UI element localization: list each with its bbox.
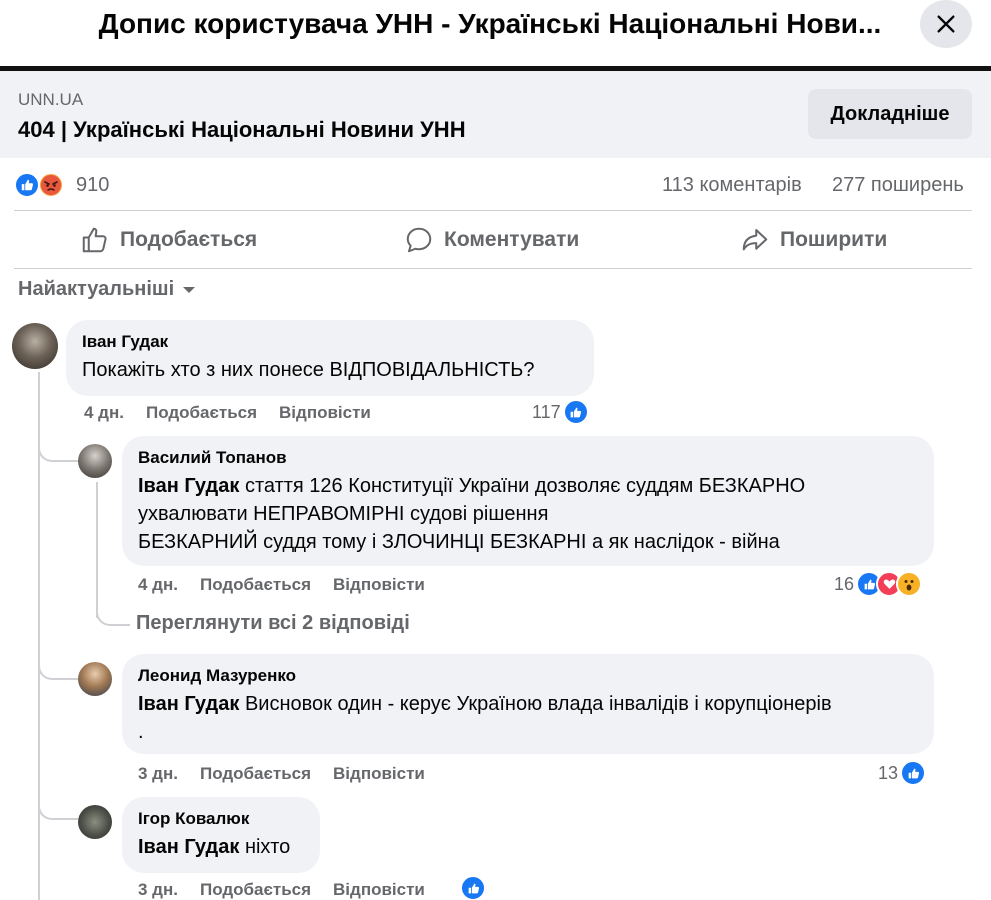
comment-text-line: ніхто	[239, 836, 291, 858]
comment-meta: 3 дн. Подобається Відповісти	[138, 880, 425, 900]
link-domain: UNN.UA	[18, 90, 84, 109]
comment-meta: 4 дн. Подобається Відповісти	[84, 403, 371, 423]
angry-reaction-icon	[38, 172, 64, 198]
share-icon	[742, 229, 768, 251]
comment-mention[interactable]: Іван Гудак	[138, 475, 239, 497]
sort-dropdown[interactable]: Найактуальніші	[18, 278, 196, 301]
comment-button-label: Коментувати	[444, 228, 580, 251]
comment-text: Покажіть хто з них понесе ВІДПОВІДАЛЬНІС…	[82, 359, 535, 381]
reaction-count[interactable]: 910	[76, 174, 109, 197]
stats-divider	[14, 210, 972, 211]
comment-time[interactable]: 3 дн.	[138, 764, 178, 784]
actions-divider	[14, 268, 972, 269]
comment-like-link[interactable]: Подобається	[200, 575, 311, 595]
comment-author[interactable]: Василий Топанов	[138, 448, 918, 468]
comment-reaction-count[interactable]: 13	[878, 760, 927, 786]
close-button[interactable]	[920, 0, 972, 48]
like-reaction-icon	[562, 399, 589, 425]
shares-count[interactable]: 277 поширень	[832, 174, 964, 197]
like-button[interactable]: Подобається	[80, 220, 257, 260]
avatar[interactable]	[78, 444, 112, 478]
thumbs-up-icon	[82, 227, 107, 253]
post-stats: 910 113 коментарів 277 поширень	[0, 168, 991, 204]
avatar[interactable]	[12, 323, 58, 369]
comment-author[interactable]: Леонид Мазуренко	[138, 666, 918, 686]
share-button[interactable]: Поширити	[740, 220, 887, 260]
caret-down-icon	[183, 286, 196, 293]
comment-author[interactable]: Ігор Ковалюк	[138, 809, 304, 829]
like-reaction-icon	[14, 172, 40, 198]
comment-like-link[interactable]: Подобається	[146, 403, 257, 423]
thread-connector	[38, 780, 78, 820]
sort-label: Найактуальніші	[18, 278, 175, 300]
avatar[interactable]	[78, 662, 112, 696]
comment-bubble: Іван Гудак Покажіть хто з них понесе ВІД…	[66, 320, 594, 396]
comment-reply-link[interactable]: Відповісти	[279, 403, 371, 423]
comment-bubble: Ігор Ковалюк Іван Гудак ніхто	[122, 797, 320, 873]
comments-count[interactable]: 113 коментарів	[662, 174, 802, 197]
comment-text: Іван Гудак стаття 126 Конституції Україн…	[138, 472, 918, 556]
comment-button[interactable]: Коментувати	[404, 220, 579, 260]
thread-connector	[38, 640, 78, 680]
reaction-number: 117	[532, 401, 561, 422]
link-title[interactable]: 404 | Українські Національні Новини УНН	[18, 117, 466, 143]
like-reaction-icon	[900, 760, 927, 786]
learn-more-button[interactable]: Докладніше	[808, 89, 972, 139]
like-button-label: Подобається	[120, 228, 258, 251]
comment-bubble: Василий Топанов Іван Гудак стаття 126 Ко…	[122, 436, 934, 566]
comment-mention[interactable]: Іван Гудак	[138, 693, 239, 715]
thread-line	[96, 482, 98, 618]
reaction-number: 13	[878, 762, 899, 783]
comment-time[interactable]: 4 дн.	[84, 403, 124, 423]
comment-meta: 4 дн. Подобається Відповісти	[138, 575, 425, 595]
thread-connector	[96, 600, 130, 626]
comment-text-line: Висновок один - керує Україною влада інв…	[239, 693, 832, 715]
page-title: Допис користувача УНН - Українські Націо…	[98, 8, 882, 39]
reaction-number: 16	[834, 573, 855, 594]
comment-mention[interactable]: Іван Гудак	[138, 836, 239, 858]
comment-meta: 3 дн. Подобається Відповісти	[138, 764, 425, 784]
comment-icon	[406, 227, 432, 253]
comment-author[interactable]: Іван Гудак	[82, 332, 578, 352]
comment-reply-link[interactable]: Відповісти	[333, 575, 425, 595]
comment-reaction-count[interactable]: 117	[532, 399, 589, 425]
comment-reaction-count[interactable]	[460, 875, 486, 900]
comment-text-line: ухвалювати НЕПРАВОМІРНІ судові рішення	[138, 503, 549, 525]
comment-reaction-count[interactable]: 16	[834, 571, 923, 597]
comment-reply-link[interactable]: Відповісти	[333, 764, 425, 784]
close-icon	[937, 15, 955, 33]
comment-text: Іван Гудак ніхто	[138, 833, 304, 861]
avatar[interactable]	[78, 805, 112, 839]
comment-bubble: Леонид Мазуренко Іван Гудак Висновок оди…	[122, 654, 934, 754]
like-reaction-icon	[460, 875, 486, 900]
wow-reaction-icon	[896, 571, 923, 597]
share-button-label: Поширити	[780, 228, 888, 251]
comment-reply-link[interactable]: Відповісти	[333, 880, 425, 900]
comment-like-link[interactable]: Подобається	[200, 880, 311, 900]
comment-text: Іван Гудак Висновок один - керує Україно…	[138, 690, 918, 746]
comment-like-link[interactable]: Подобається	[200, 764, 311, 784]
comment-time[interactable]: 4 дн.	[138, 575, 178, 595]
comment-text-line: БЕЗКАРНИЙ суддя тому і ЗЛОЧИНЦІ БЕЗКАРНІ…	[138, 531, 780, 553]
comment-time[interactable]: 3 дн.	[138, 880, 178, 900]
thread-connector	[38, 420, 78, 462]
view-all-replies-link[interactable]: Переглянути всі 2 відповіді	[136, 612, 410, 635]
comment-text-line: стаття 126 Конституції України дозволяє …	[239, 475, 806, 497]
link-preview-card[interactable]: UNN.UA 404 | Українські Національні Нови…	[0, 71, 991, 158]
comment-text-line: .	[138, 721, 144, 743]
